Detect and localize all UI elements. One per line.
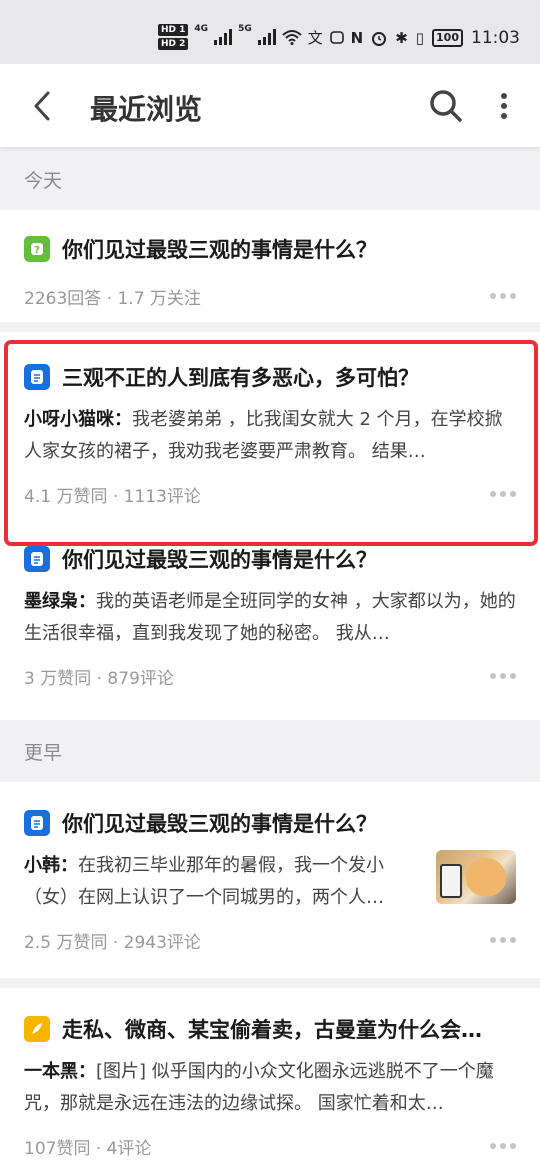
list-item[interactable]: ? 你们见过最毁三观的事情是什么？ 2263回答 · 1.7 万关注 — [0, 210, 540, 322]
list-item[interactable]: 你们见过最毁三观的事情是什么？ 墨绿枭：我的英语老师是全班同学的女神 ，大家都以… — [0, 540, 540, 702]
alarm-icon — [372, 32, 387, 46]
search-button[interactable] — [428, 88, 464, 124]
item-author: 小韩： — [24, 855, 78, 876]
nfc-icon: N — [350, 29, 364, 47]
status-left: HD 1 HD 2 4G 5G 文 — [158, 24, 345, 50]
divider — [0, 322, 540, 332]
item-excerpt: 一本黑：[图片] 似乎国内的小众文化圈永远逃脱不了一个魔咒，那就是永远在违法的边… — [24, 1056, 516, 1120]
item-title: 你们见过最毁三观的事情是什么？ — [62, 548, 377, 572]
hand-icon — [329, 31, 344, 44]
item-thumbnail — [436, 850, 516, 904]
hd1-badge: HD 1 — [158, 24, 189, 36]
bluetooth-icon: ✱ — [395, 29, 408, 47]
vertical-dots-icon — [501, 93, 507, 119]
divider — [0, 978, 540, 988]
item-meta: 107赞同 · 4评论 — [24, 1138, 152, 1159]
item-author: 一本黑： — [24, 1061, 96, 1082]
signal-icon — [257, 29, 276, 45]
item-title: 你们见过最毁三观的事情是什么？ — [62, 812, 377, 836]
item-meta: 2263回答 · 1.7 万关注 — [24, 288, 201, 309]
translate-icon: 文 — [307, 28, 323, 47]
app-header: 最近浏览 — [0, 64, 540, 148]
item-title: 你们见过最毁三观的事情是什么？ — [62, 238, 377, 262]
item-more-button[interactable] — [490, 293, 516, 299]
status-bar: HD 1 HD 2 4G 5G 文 N ✱ ▯ 100 11:03 — [0, 0, 540, 64]
vibrate-icon: ▯ — [415, 29, 425, 47]
divider — [0, 520, 540, 540]
battery-icon: 100 — [432, 29, 463, 47]
hd2-badge: HD 2 — [158, 38, 189, 50]
item-excerpt: 小韩：在我初三毕业那年的暑假，我一个发小（女）在网上认识了一个同城男的，两个人… — [24, 850, 422, 914]
item-meta: 4.1 万赞同 · 1113评论 — [24, 486, 201, 507]
item-author: 小呀小猫咪： — [24, 409, 132, 430]
answer-icon — [24, 546, 50, 572]
item-title: 走私、微商、某宝偷着卖，古曼童为什么会… — [62, 1018, 482, 1042]
item-more-button[interactable] — [490, 937, 516, 943]
item-excerpt: 墨绿枭：我的英语老师是全班同学的女神 ，大家都以为，她的生活很幸福，直到我发现了… — [24, 586, 516, 650]
item-excerpt-text: 在我初三毕业那年的暑假，我一个发小（女）在网上认识了一个同城男的，两个人… — [24, 855, 384, 908]
item-excerpt-text: 我的英语老师是全班同学的女神 ，大家都以为，她的生活很幸福，直到我发现了她的秘密… — [24, 591, 516, 644]
item-title: 三观不正的人到底有多恶心，多可怕？ — [62, 366, 419, 390]
wifi-icon — [282, 30, 302, 45]
back-arrow-icon — [34, 91, 50, 121]
item-meta: 2.5 万赞同 · 2943评论 — [24, 932, 201, 953]
signal-icon — [214, 29, 233, 45]
network-5g-label: 5G — [238, 24, 252, 34]
article-icon — [24, 1016, 50, 1042]
section-header-earlier: 更早 — [0, 720, 540, 782]
list-item[interactable]: 走私、微商、某宝偷着卖，古曼童为什么会… 一本黑：[图片] 似乎国内的小众文化圈… — [0, 988, 540, 1170]
item-excerpt: 小呀小猫咪：我老婆弟弟 ，比我闺女就大 2 个月，在学校掀人家女孩的裙子，我劝我… — [24, 404, 516, 468]
hd-indicator: HD 1 HD 2 — [158, 24, 189, 50]
back-button[interactable] — [24, 86, 60, 126]
search-icon — [430, 90, 462, 122]
network-4g-label: 4G — [194, 24, 209, 34]
item-author: 墨绿枭： — [24, 591, 96, 612]
list-item[interactable]: 三观不正的人到底有多恶心，多可怕？ 小呀小猫咪：我老婆弟弟 ，比我闺女就大 2 … — [0, 332, 540, 520]
page-title: 最近浏览 — [90, 93, 203, 126]
section-header-today: 今天 — [0, 148, 540, 210]
status-time: 11:03 — [471, 28, 520, 48]
item-more-button[interactable] — [490, 491, 516, 497]
status-right: N ✱ ▯ 100 11:03 — [351, 28, 520, 48]
more-options-button[interactable] — [492, 88, 516, 124]
item-more-button[interactable] — [490, 673, 516, 679]
list-item[interactable]: 你们见过最毁三观的事情是什么？ 小韩：在我初三毕业那年的暑假，我一个发小（女）在… — [0, 782, 540, 966]
item-meta: 3 万赞同 · 879评论 — [24, 668, 174, 689]
item-more-button[interactable] — [490, 1143, 516, 1149]
answer-icon — [24, 810, 50, 836]
answer-icon — [24, 364, 50, 390]
question-icon: ? — [24, 236, 50, 262]
svg-text:?: ? — [34, 245, 40, 256]
